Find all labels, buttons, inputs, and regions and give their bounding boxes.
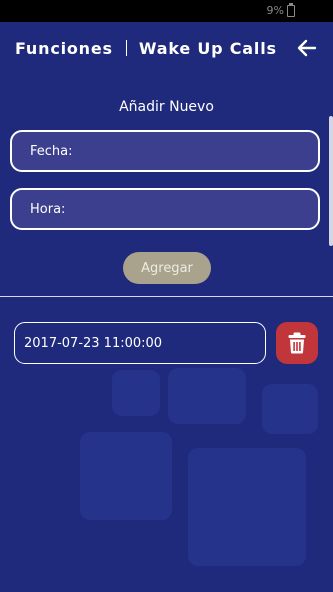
battery-percent: 9% <box>266 4 284 17</box>
background-decor <box>80 432 172 520</box>
background-decor <box>262 384 318 434</box>
back-button[interactable] <box>295 36 319 60</box>
status-indicators: 9% <box>266 2 295 17</box>
brand-label: Funciones <box>15 38 113 58</box>
entry-datetime: 2017-07-23 11:00:00 <box>24 335 163 351</box>
date-field[interactable]: Fecha: <box>10 130 320 172</box>
arrow-left-icon <box>297 39 317 57</box>
background-decor <box>188 448 306 566</box>
page-title: Wake Up Calls <box>138 38 277 58</box>
battery-icon <box>287 2 295 17</box>
scrollbar[interactable] <box>329 116 333 246</box>
wake-up-call-entry[interactable]: 2017-07-23 11:00:00 <box>14 322 266 364</box>
status-bar: 9% <box>0 0 333 22</box>
background-decor <box>168 368 246 424</box>
time-field-placeholder: Hora: <box>30 201 66 217</box>
section-title: Añadir Nuevo <box>119 99 214 115</box>
background-decor <box>112 370 160 416</box>
app-header: Funciones Wake Up Calls <box>0 22 333 74</box>
delete-button[interactable] <box>276 322 318 364</box>
section-divider <box>0 296 333 297</box>
time-field[interactable]: Hora: <box>10 188 320 230</box>
header-divider <box>125 40 127 56</box>
add-button[interactable]: Agregar <box>123 252 211 284</box>
trash-icon <box>288 332 306 354</box>
date-field-placeholder: Fecha: <box>30 143 73 159</box>
